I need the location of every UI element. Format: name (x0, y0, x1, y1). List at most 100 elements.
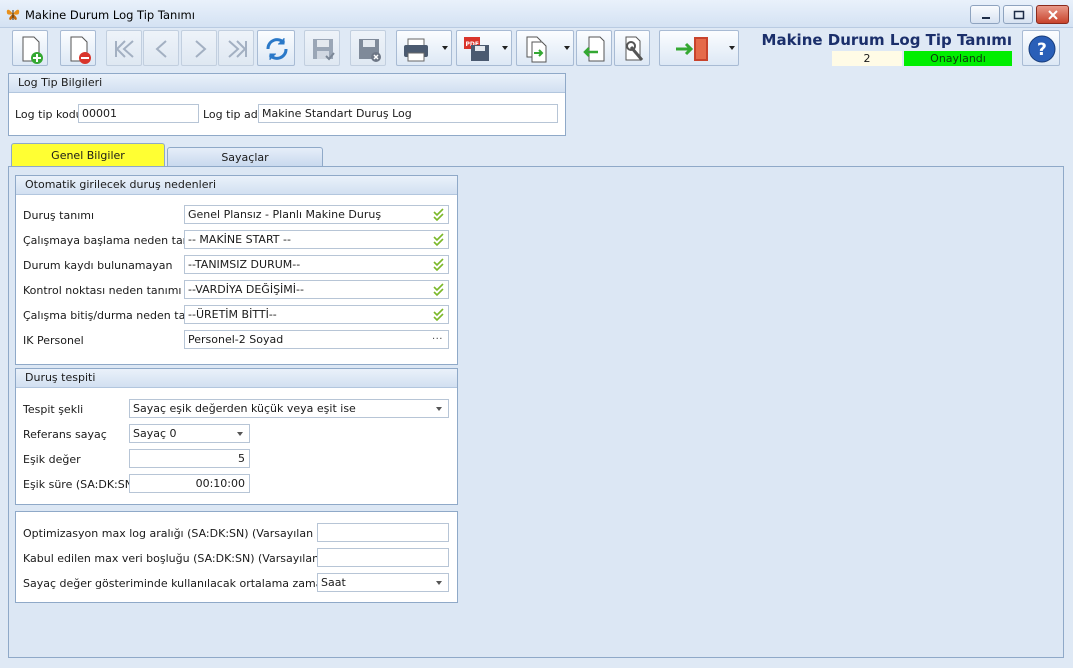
close-icon (1048, 10, 1058, 20)
save-cancel-icon (359, 39, 381, 62)
optimizasyon-label: Optimizasyon max log aralığı (SA:DK:SN) … (23, 527, 353, 540)
maximize-button[interactable] (1003, 5, 1033, 24)
chevron-down-icon[interactable] (436, 407, 442, 411)
import-icon (583, 36, 605, 62)
kabul-edilen-label: Kabul edilen max veri boşluğu (SA:DK:SN)… (23, 552, 358, 565)
durum-kaydi-value: --TANIMSIZ DURUM-- (188, 258, 301, 271)
log-tip-name-input[interactable]: Makine Standart Duruş Log (258, 104, 558, 123)
exit-dropdown-arrow[interactable] (729, 46, 735, 50)
referans-sayac-label: Referans sayaç (23, 428, 107, 441)
chevron-down-icon[interactable] (237, 432, 243, 436)
log-tip-code-label: Log tip kodu (15, 108, 83, 121)
save-icon (313, 39, 335, 61)
last-record-icon (228, 40, 247, 58)
otomatik-durus-group-title: Otomatik girilecek duruş nedenleri (16, 176, 457, 195)
delete-document-icon (70, 36, 91, 64)
first-record-button[interactable] (106, 30, 142, 66)
last-record-button[interactable] (218, 30, 254, 66)
copy-dropdown-arrow[interactable] (564, 46, 570, 50)
print-button[interactable] (396, 30, 452, 66)
esik-sure-input[interactable]: 00:10:00 (129, 474, 250, 493)
diger-ayarlar-group: Optimizasyon max log aralığı (SA:DK:SN) … (15, 511, 458, 603)
close-button[interactable] (1036, 5, 1069, 24)
ik-personel-value: Personel-2 Soyad (188, 333, 284, 346)
next-record-icon (195, 40, 207, 58)
copy-record-button[interactable] (516, 30, 574, 66)
esik-sure-label: Eşik süre (SA:DK:SN) (23, 478, 138, 491)
ik-personel-label: IK Personel (23, 334, 84, 347)
calisma-bitis-label: Çalışma bitiş/durma neden tanımı (23, 309, 210, 322)
durum-kaydi-label: Durum kaydı bulunamayan (23, 259, 173, 272)
durus-tespiti-group-title: Duruş tespiti (16, 369, 457, 388)
help-button[interactable]: ? (1022, 30, 1060, 66)
kabul-edilen-input[interactable] (317, 548, 449, 567)
import-button[interactable] (576, 30, 612, 66)
help-icon: ? (1028, 35, 1056, 63)
maximize-icon (1013, 10, 1025, 20)
durus-tanimi-label: Duruş tanımı (23, 209, 95, 222)
minimize-button[interactable] (970, 5, 1000, 24)
double-check-icon[interactable] (433, 258, 445, 271)
form-header-title: Makine Durum Log Tip Tanımı (761, 31, 1012, 49)
ik-personel-field[interactable]: Personel-2 Soyad ··· (184, 330, 449, 349)
log-tip-name-label: Log tip adı (203, 108, 261, 121)
exit-button[interactable] (659, 30, 739, 66)
referans-sayac-select[interactable]: Sayaç 0 (129, 424, 250, 443)
print-dropdown-arrow[interactable] (442, 46, 448, 50)
tespit-sekli-select[interactable]: Sayaç eşik değerden küçük veya eşit ise (129, 399, 449, 418)
optimizasyon-input[interactable] (317, 523, 449, 542)
svg-text:?: ? (1037, 40, 1047, 60)
log-tip-code-input[interactable]: 00001 (78, 104, 199, 123)
settings-button[interactable] (614, 30, 650, 66)
print-icon (404, 38, 428, 62)
double-check-icon[interactable] (433, 308, 445, 321)
durus-tanimi-value: Genel Plansız - Planlı Makine Duruş (188, 208, 382, 221)
chevron-down-icon[interactable] (436, 581, 442, 585)
tespit-sekli-value: Sayaç eşik değerden küçük veya eşit ise (133, 402, 356, 415)
title-bar: Makine Durum Log Tip Tanımı (0, 0, 1073, 28)
refresh-icon (266, 38, 288, 60)
new-document-icon (22, 36, 43, 64)
log-tip-group: Log Tip Bilgileri Log tip kodu 00001 Log… (8, 73, 566, 136)
tespit-sekli-label: Tespit şekli (23, 403, 84, 416)
double-check-icon[interactable] (433, 208, 445, 221)
sayac-zaman-birimi-value: Saat (321, 576, 346, 589)
kontrol-noktasi-label: Kontrol noktası neden tanımı (23, 284, 182, 297)
previous-record-icon (155, 40, 167, 58)
previous-record-button[interactable] (143, 30, 179, 66)
record-number: 2 (832, 51, 902, 66)
save-cancel-button[interactable] (350, 30, 386, 66)
pdf-export-icon: PDF (464, 37, 489, 61)
calismaya-baslama-value: -- MAKİNE START -- (188, 233, 291, 246)
exit-door-icon (676, 37, 708, 61)
double-check-icon[interactable] (433, 233, 445, 246)
tab-genel-bilgiler[interactable]: Genel Bilgiler (11, 143, 165, 166)
delete-record-button[interactable] (60, 30, 96, 66)
pdf-dropdown-arrow[interactable] (502, 46, 508, 50)
next-record-button[interactable] (181, 30, 217, 66)
otomatik-durus-group: Otomatik girilecek duruş nedenleri Duruş… (15, 175, 458, 365)
calismaya-baslama-label: Çalışmaya başlama neden tanımı (23, 234, 207, 247)
pdf-export-button[interactable]: PDF (456, 30, 512, 66)
tab-sayaclar[interactable]: Sayaçlar (167, 147, 323, 166)
esik-deger-label: Eşik değer (23, 453, 81, 466)
durum-kaydi-field[interactable]: --TANIMSIZ DURUM-- (184, 255, 449, 274)
minimize-icon (982, 17, 990, 19)
kontrol-noktasi-field[interactable]: --VARDİYA DEĞİŞİMİ-- (184, 280, 449, 299)
refresh-button[interactable] (257, 30, 295, 66)
durus-tanimi-field[interactable]: Genel Plansız - Planlı Makine Duruş (184, 205, 449, 224)
sayac-zaman-birimi-select[interactable]: Saat (317, 573, 449, 592)
esik-deger-input[interactable]: 5 (129, 449, 250, 468)
sayac-zaman-birimi-label: Sayaç değer gösteriminde kullanılacak or… (23, 577, 365, 590)
double-check-icon[interactable] (433, 283, 445, 296)
save-button[interactable] (304, 30, 340, 66)
calisma-bitis-value: --ÜRETİM BİTTİ-- (188, 308, 277, 321)
referans-sayac-value: Sayaç 0 (133, 427, 177, 440)
new-record-button[interactable] (12, 30, 48, 66)
window-title: Makine Durum Log Tip Tanımı (25, 8, 195, 22)
calisma-bitis-field[interactable]: --ÜRETİM BİTTİ-- (184, 305, 449, 324)
durus-tespiti-group: Duruş tespiti Tespit şekli Sayaç eşik de… (15, 368, 458, 505)
butterfly-app-icon (6, 9, 20, 20)
ellipsis-icon[interactable]: ··· (432, 331, 443, 348)
calismaya-baslama-field[interactable]: -- MAKİNE START -- (184, 230, 449, 249)
